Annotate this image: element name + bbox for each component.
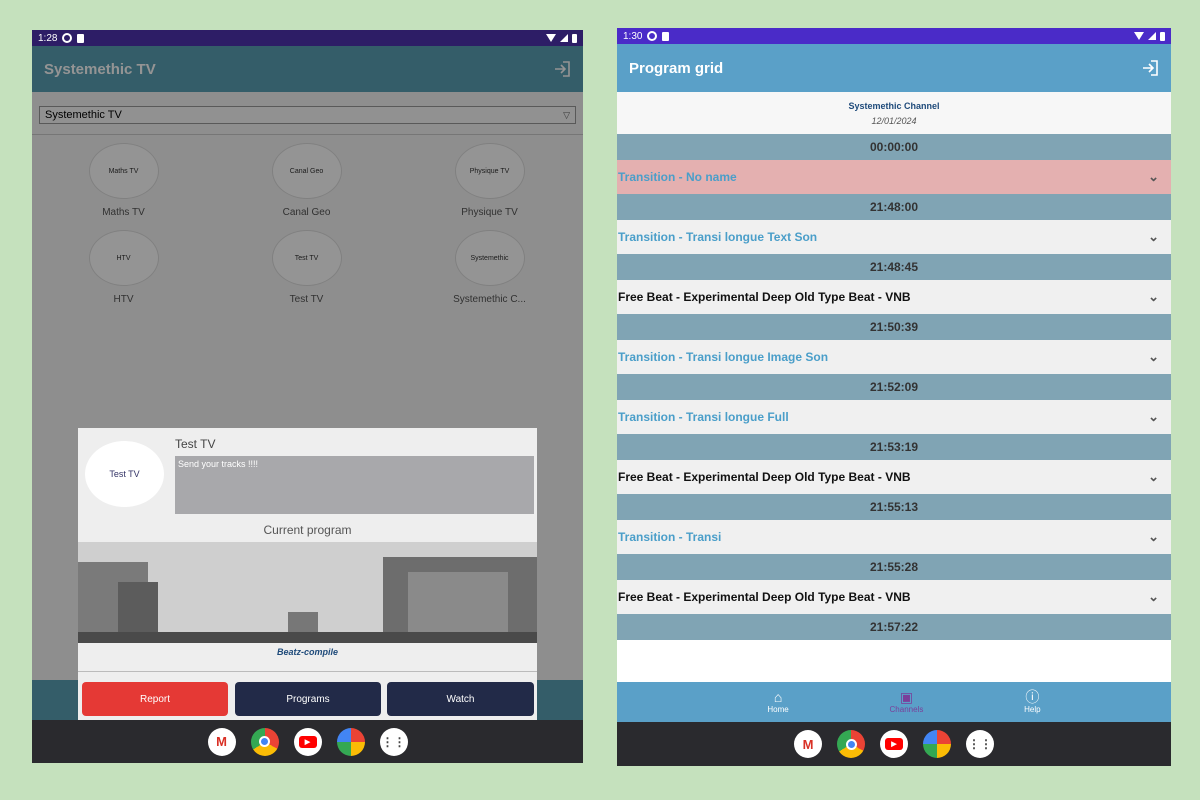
report-button[interactable]: Report — [82, 682, 228, 716]
program-row[interactable]: Free Beat - Experimental Deep Old Type B… — [617, 580, 1171, 614]
program-thumbnail — [78, 542, 537, 643]
status-bar: 1:30 — [617, 28, 1171, 44]
chevron-down-icon[interactable]: ⌄ — [1148, 289, 1159, 305]
program-title: Free Beat - Experimental Deep Old Type B… — [618, 590, 911, 604]
program-title: Transition - Transi longue Full — [618, 410, 789, 424]
bottom-nav-bar: ⌂ Home ▣ Channels ⓘ Help — [617, 682, 1171, 722]
program-row[interactable]: Transition - Transi longue Full ⌄ — [617, 400, 1171, 434]
right-device-screen: 1:30 Program grid Systemethic Channel 12… — [617, 28, 1171, 766]
chevron-down-icon[interactable]: ⌄ — [1148, 469, 1159, 485]
program-row[interactable]: Free Beat - Experimental Deep Old Type B… — [617, 280, 1171, 314]
photos-icon[interactable] — [336, 727, 365, 756]
time-slot: 21:48:00 — [617, 194, 1171, 220]
time-slot: 21:52:09 — [617, 374, 1171, 400]
gmail-icon[interactable]: M — [794, 730, 822, 758]
channel-name: Test TV — [175, 437, 216, 451]
chrome-icon[interactable] — [837, 730, 865, 758]
program-title: Transition - Transi longue Image Son — [618, 350, 829, 364]
grid-header: Systemethic Channel 12/01/2024 — [617, 92, 1171, 134]
watch-button[interactable]: Watch — [387, 682, 534, 716]
apps-icon[interactable]: ⋮⋮ — [966, 730, 994, 758]
program-row[interactable]: Transition - Transi longue Text Son ⌄ — [617, 220, 1171, 254]
program-title: Beatz-compile — [276, 647, 338, 657]
nav-help[interactable]: ⓘ Help — [1024, 689, 1040, 715]
channel-description: Send your tracks !!!! — [175, 456, 534, 514]
programs-button[interactable]: Programs — [235, 682, 381, 716]
youtube-icon[interactable]: ▶ — [293, 727, 322, 756]
program-row[interactable]: Transition - No name ⌄ — [617, 160, 1171, 194]
time-slot: 21:55:13 — [617, 494, 1171, 520]
channel-dialog: Test TV Test TV Send your tracks !!!! Cu… — [78, 428, 537, 720]
nav-channels[interactable]: ▣ Channels — [890, 689, 924, 715]
photos-icon[interactable] — [923, 730, 951, 758]
help-icon: ⓘ — [1025, 689, 1040, 705]
program-title: Free Beat - Experimental Deep Old Type B… — [618, 290, 911, 304]
battery-icon — [572, 33, 577, 43]
dock: M ▶ ⋮⋮ — [32, 720, 583, 763]
grid-date: 12/01/2024 — [871, 116, 917, 126]
sim-card-icon — [662, 31, 670, 41]
apps-icon[interactable]: ⋮⋮ — [379, 727, 408, 756]
time-slot: 21:55:28 — [617, 554, 1171, 580]
channel-name: Systemethic Channel — [848, 101, 940, 111]
status-time: 1:28 — [38, 32, 58, 44]
time-slot: 00:00:00 — [617, 134, 1171, 160]
settings-status-icon — [62, 33, 73, 43]
time-slot: 21:50:39 — [617, 314, 1171, 340]
chevron-down-icon[interactable]: ⌄ — [1148, 589, 1159, 605]
page-title: Program grid — [629, 59, 724, 77]
app-bar: Program grid — [617, 44, 1171, 92]
divider — [78, 671, 537, 672]
time-slot: 21:48:45 — [617, 254, 1171, 280]
sim-card-icon — [77, 33, 85, 43]
program-title: Free Beat - Experimental Deep Old Type B… — [618, 470, 911, 484]
program-row[interactable]: Free Beat - Experimental Deep Old Type B… — [617, 460, 1171, 494]
current-program-label: Current program — [263, 523, 352, 537]
signal-icon — [1148, 32, 1156, 40]
chevron-down-icon[interactable]: ⌄ — [1148, 229, 1159, 245]
chevron-down-icon[interactable]: ⌄ — [1148, 349, 1159, 365]
channel-logo: Test TV — [85, 441, 164, 507]
settings-status-icon — [647, 31, 658, 41]
logout-icon[interactable] — [1141, 59, 1159, 77]
chrome-icon[interactable] — [250, 727, 279, 756]
time-slot: 21:57:22 — [617, 614, 1171, 640]
status-time: 1:30 — [623, 30, 643, 42]
chevron-down-icon[interactable]: ⌄ — [1148, 169, 1159, 185]
program-row[interactable]: Transition - Transi ⌄ — [617, 520, 1171, 554]
battery-icon — [1160, 31, 1165, 41]
chevron-down-icon[interactable]: ⌄ — [1148, 409, 1159, 425]
status-bar: 1:28 — [32, 30, 583, 46]
wifi-icon — [1134, 32, 1144, 40]
chevron-down-icon[interactable]: ⌄ — [1148, 529, 1159, 545]
nav-home[interactable]: ⌂ Home — [767, 689, 788, 715]
tv-icon: ▣ — [899, 689, 914, 705]
program-title: Transition - No name — [618, 170, 737, 184]
dock: M ▶ ⋮⋮ — [617, 722, 1171, 766]
gmail-icon[interactable]: M — [207, 727, 236, 756]
left-device-screen: 1:28 Systemethic TV Systemethic TV ▽ Mat… — [32, 30, 583, 763]
program-title: Transition - Transi longue Text Son — [618, 230, 818, 244]
home-icon: ⌂ — [773, 689, 783, 705]
signal-icon — [560, 34, 568, 42]
youtube-icon[interactable]: ▶ — [880, 730, 908, 758]
wifi-icon — [546, 34, 556, 42]
program-title: Transition - Transi — [618, 530, 722, 544]
program-list: 00:00:00 Transition - No name ⌄ 21:48:00 Tra… — [617, 134, 1171, 640]
program-row[interactable]: Transition - Transi longue Image Son ⌄ — [617, 340, 1171, 374]
time-slot: 21:53:19 — [617, 434, 1171, 460]
